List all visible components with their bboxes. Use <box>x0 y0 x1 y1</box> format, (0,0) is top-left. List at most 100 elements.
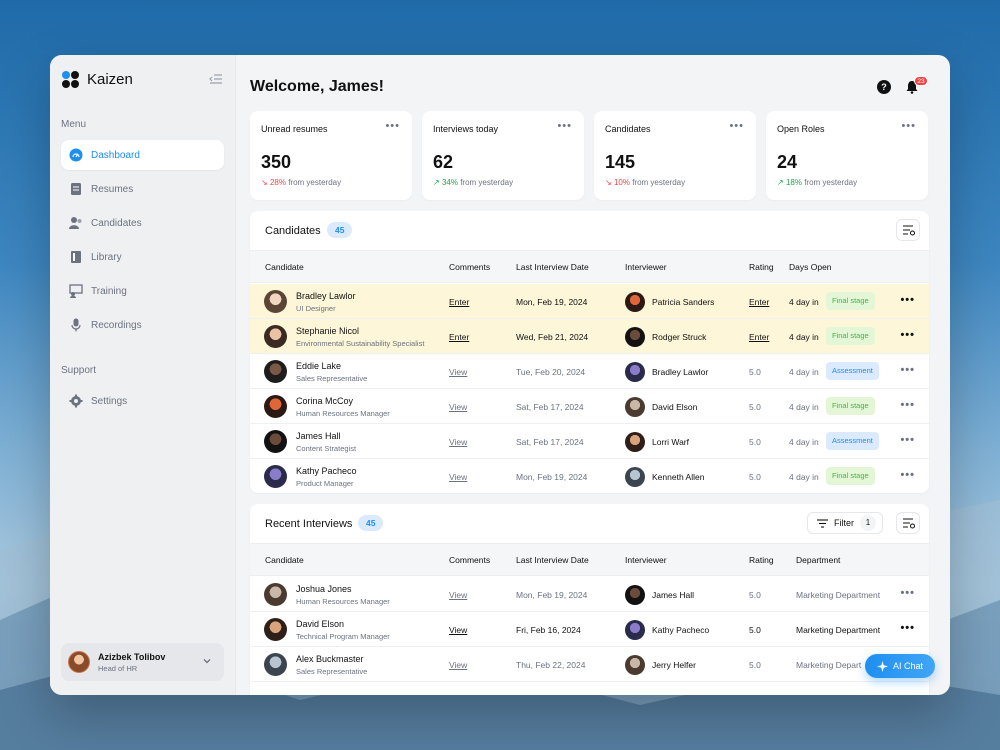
column-header[interactable]: Interviewer <box>625 555 667 565</box>
more-options-icon[interactable]: ••• <box>900 469 915 481</box>
rating[interactable]: Enter <box>749 332 769 342</box>
days-open: 4 day in <box>789 437 819 447</box>
library-icon <box>71 251 81 263</box>
table-row[interactable]: Stephanie Nicol Environmental Sustainabil… <box>250 319 929 354</box>
comments-link[interactable]: View <box>449 472 467 482</box>
candidate-name[interactable]: Kathy Pacheco <box>296 466 357 476</box>
user-name: Azizbek Tolibov <box>98 651 166 662</box>
table-row[interactable]: Eddie Lake Sales Representative View Tue, F… <box>250 354 929 389</box>
more-options-icon[interactable]: ••• <box>557 120 572 132</box>
table-row[interactable]: Corina McCoy Human Resources Manager View S… <box>250 389 929 424</box>
sidebar-item-recordings[interactable]: Recordings <box>61 310 224 340</box>
more-options-icon[interactable]: ••• <box>901 120 916 132</box>
status-badge: Final stage <box>826 467 875 485</box>
last-interview-date: Mon, Feb 19, 2024 <box>516 590 588 600</box>
user-profile-card[interactable]: Azizbek Tolibov Head of HR <box>61 643 224 681</box>
ai-chat-button[interactable]: AI Chat <box>865 654 935 678</box>
column-header[interactable]: Days Open <box>789 262 832 272</box>
column-header[interactable]: Candidate <box>265 555 304 565</box>
column-header[interactable]: Rating <box>749 262 774 272</box>
department: Marketing Depart <box>796 660 862 670</box>
more-options-icon[interactable]: ••• <box>729 120 744 132</box>
avatar <box>625 292 645 312</box>
sort-button[interactable] <box>896 219 920 241</box>
panel-title: Recent Interviews <box>265 518 353 530</box>
candidate-name[interactable]: David Elson <box>296 619 344 629</box>
more-options-icon[interactable]: ••• <box>900 622 915 634</box>
comments-link[interactable]: View <box>449 402 467 412</box>
help-icon[interactable]: ? <box>877 80 891 94</box>
collapse-sidebar-icon[interactable] <box>209 73 223 85</box>
interviewer-name: David Elson <box>652 402 698 412</box>
sidebar-item-library[interactable]: Library <box>61 242 224 272</box>
last-interview-date: Fri, Feb 16, 2024 <box>516 625 581 635</box>
table-row[interactable]: Kathy Pacheco Product Manager View Mon, Feb… <box>250 459 929 493</box>
more-options-icon[interactable]: ••• <box>900 399 915 411</box>
column-header[interactable]: Last Interview Date <box>516 262 589 272</box>
status-badge: Assessment <box>826 362 879 380</box>
stat-card-interviews-today: Interviews today ••• 62 ↗ 34% from yeste… <box>422 111 584 200</box>
more-options-icon[interactable]: ••• <box>385 120 400 132</box>
sort-button[interactable] <box>896 512 920 534</box>
comments-link[interactable]: View <box>449 367 467 377</box>
filter-button[interactable]: Filter 1 <box>807 512 883 534</box>
candidate-name[interactable]: Bradley Lawlor <box>296 291 356 301</box>
avatar <box>264 290 287 313</box>
panel-title: Candidates <box>265 225 321 237</box>
sidebar-item-dashboard[interactable]: Dashboard <box>61 140 224 170</box>
sidebar-item-resumes[interactable]: Resumes <box>61 174 224 204</box>
candidate-role: Environmental Sustainability Specialist <box>296 339 425 348</box>
candidate-name[interactable]: Alex Buckmaster <box>296 654 364 664</box>
avatar <box>264 395 287 418</box>
candidate-name[interactable]: Stephanie Nicol <box>296 326 359 336</box>
sidebar-item-candidates[interactable]: Candidates <box>61 208 224 238</box>
more-options-icon[interactable]: ••• <box>900 587 915 599</box>
candidate-name[interactable]: Joshua Jones <box>296 584 352 594</box>
comments-link[interactable]: View <box>449 660 467 670</box>
table-row[interactable]: Alex Buckmaster Sales Representative View T… <box>250 647 929 682</box>
more-options-icon[interactable]: ••• <box>900 294 915 306</box>
stat-value: 24 <box>777 152 798 172</box>
count-badge: 45 <box>327 222 353 238</box>
more-options-icon[interactable]: ••• <box>900 329 915 341</box>
comments-link[interactable]: Enter <box>449 332 469 342</box>
status-badge: Assessment <box>826 432 879 450</box>
days-open: 4 day in <box>789 367 819 377</box>
last-interview-date: Sat, Feb 17, 2024 <box>516 402 584 412</box>
candidate-name[interactable]: Corina McCoy <box>296 396 353 406</box>
table-row[interactable]: Joshua Jones Human Resources Manager View M… <box>250 577 929 612</box>
comments-link[interactable]: Enter <box>449 297 469 307</box>
interviewer-name: Lorri Warf <box>652 437 689 447</box>
column-header[interactable]: Comments <box>449 555 490 565</box>
column-header[interactable]: Comments <box>449 262 490 272</box>
comments-link[interactable]: View <box>449 625 467 635</box>
resumes-icon <box>71 183 81 195</box>
avatar <box>264 653 287 676</box>
more-options-icon[interactable]: ••• <box>900 434 915 446</box>
comments-link[interactable]: View <box>449 437 467 447</box>
more-options-icon[interactable]: ••• <box>900 364 915 376</box>
avatar <box>264 618 287 641</box>
avatar <box>264 325 287 348</box>
stat-title: Unread resumes <box>261 124 328 134</box>
column-header[interactable]: Interviewer <box>625 262 667 272</box>
days-open: 4 day in <box>789 472 819 482</box>
sidebar-item-settings[interactable]: Settings <box>61 386 224 416</box>
candidate-name[interactable]: Eddie Lake <box>296 361 341 371</box>
column-header[interactable]: Department <box>796 555 840 565</box>
rating[interactable]: Enter <box>749 297 769 307</box>
table-row[interactable]: Bradley Lawlor UI Designer Enter Mon, Feb 1… <box>250 284 929 319</box>
chevron-down-icon[interactable] <box>202 656 212 666</box>
column-header[interactable]: Last Interview Date <box>516 555 589 565</box>
column-header[interactable]: Rating <box>749 555 774 565</box>
logo[interactable]: Kaizen <box>62 71 133 88</box>
stat-title: Open Roles <box>777 124 825 134</box>
column-header[interactable]: Candidate <box>265 262 304 272</box>
table-row[interactable]: James Hall Content Strategist View Sat, Feb… <box>250 424 929 459</box>
recent-interviews-panel: Recent Interviews 45 Filter 1 Candidate … <box>250 504 929 695</box>
candidate-name[interactable]: James Hall <box>296 431 341 441</box>
sidebar-item-training[interactable]: Training <box>61 276 224 306</box>
count-badge: 45 <box>358 515 384 531</box>
table-row[interactable]: David Elson Technical Program Manager View… <box>250 612 929 647</box>
comments-link[interactable]: View <box>449 590 467 600</box>
